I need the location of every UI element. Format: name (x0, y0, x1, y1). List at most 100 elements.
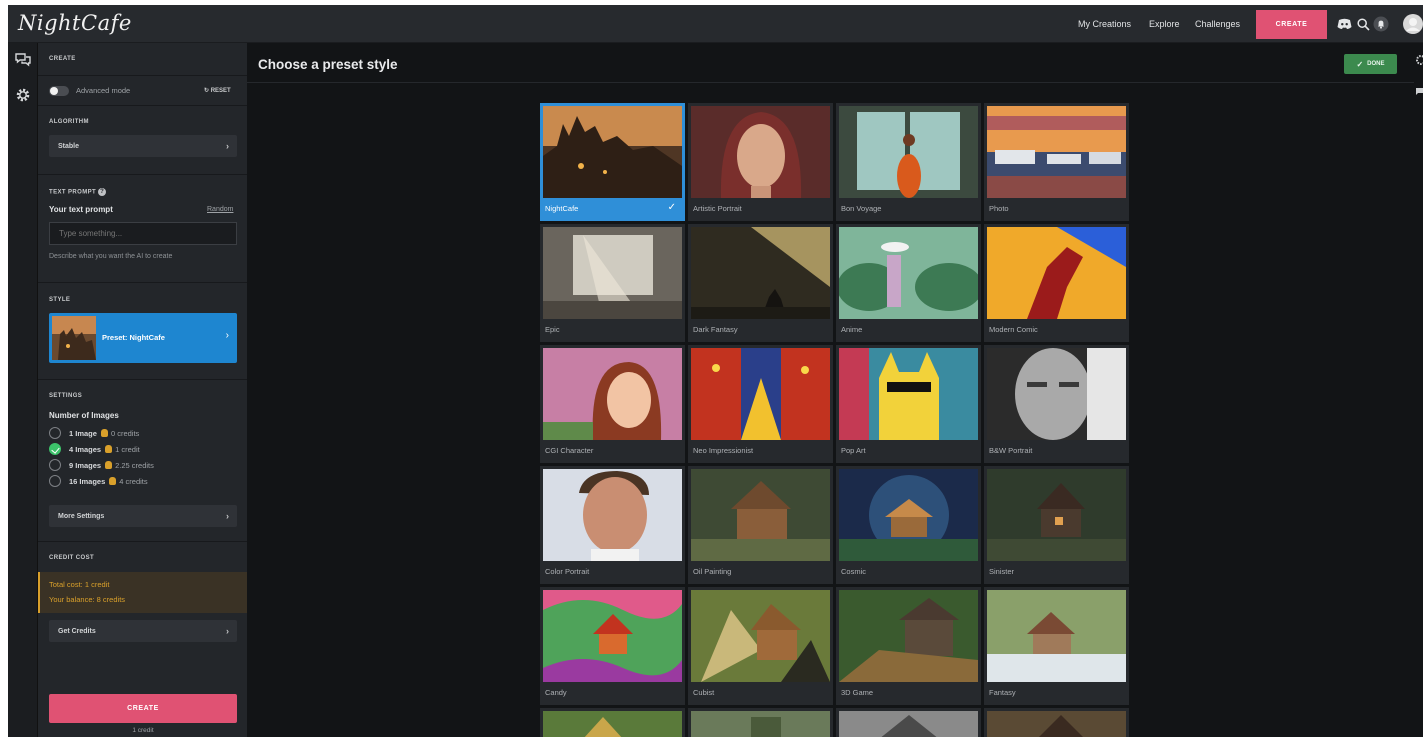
preset-card-color-portrait[interactable]: Color Portrait (540, 466, 685, 584)
nav-my-creations[interactable]: My Creations (1078, 19, 1131, 29)
preset-thumbnail (839, 590, 978, 682)
num-images-label: Number of Images (49, 411, 119, 420)
advanced-mode-toggle[interactable] (49, 86, 69, 96)
algorithm-select[interactable]: Stable › (49, 135, 237, 157)
preset-card-photo[interactable]: Photo (984, 103, 1129, 221)
preset-card-bw-portrait[interactable]: B&W Portrait (984, 345, 1129, 463)
preset-card-fantasy[interactable]: Fantasy (984, 587, 1129, 705)
preset-label: NightCafe (545, 204, 579, 213)
style-title: STYLE (49, 297, 71, 303)
preset-thumbnail (839, 106, 978, 198)
image-count-option[interactable]: 4 Images 1 credit (49, 442, 140, 456)
preset-card-cgi-character[interactable]: CGI Character (540, 345, 685, 463)
style-preset-button[interactable]: Preset: NightCafe › (49, 313, 237, 363)
settings-gear-icon[interactable] (15, 87, 31, 103)
preset-thumbnail (987, 106, 1126, 198)
preset-thumbnail (52, 316, 96, 360)
preset-label: Anime (841, 325, 863, 334)
preset-card-epic[interactable]: Epic (540, 224, 685, 342)
preset-label: Artistic Portrait (693, 204, 742, 213)
preset-card-oil-painting[interactable]: Oil Painting (688, 466, 833, 584)
reset-button[interactable]: ↻ RESET (204, 87, 231, 94)
get-credits-label: Get Credits (58, 627, 96, 635)
preset-card-nightcafe[interactable]: NightCafe ✓ (540, 103, 685, 221)
random-prompt-link[interactable]: Random (207, 206, 233, 213)
radio-button[interactable] (49, 427, 61, 439)
done-label: DONE (1367, 61, 1385, 67)
preset-thumbnail (987, 590, 1126, 682)
preset-thumbnail (543, 348, 682, 440)
preset-card[interactable] (984, 708, 1129, 737)
chat-bubbles-icon[interactable] (1415, 87, 1423, 97)
preset-card-cubist[interactable]: Cubist (688, 587, 833, 705)
radio-button-checked[interactable] (49, 443, 61, 455)
nav-challenges[interactable]: Challenges (1195, 19, 1240, 29)
notifications-bell-icon[interactable] (1373, 16, 1389, 32)
preset-thumbnail (987, 469, 1126, 561)
preset-card-modern-comic[interactable]: Modern Comic (984, 224, 1129, 342)
preset-card[interactable] (540, 708, 685, 737)
preset-thumbnail (839, 348, 978, 440)
preset-label: Dark Fantasy (693, 325, 738, 334)
preset-card-anime[interactable]: Anime (836, 224, 981, 342)
text-prompt-title: TEXT PROMPT ? (49, 188, 107, 196)
radio-button[interactable] (49, 475, 61, 487)
preset-thumbnail (543, 590, 682, 682)
preset-card-sinister[interactable]: Sinister (984, 466, 1129, 584)
preset-card-bon-voyage[interactable]: Bon Voyage (836, 103, 981, 221)
nav-explore[interactable]: Explore (1149, 19, 1180, 29)
image-count-option[interactable]: 16 Images 4 credits (49, 474, 148, 488)
preset-thumbnail (839, 711, 978, 737)
balance-text: Your balance: 8 credits (49, 595, 126, 604)
text-prompt-label: Your text prompt (49, 205, 113, 214)
preset-card-artistic-portrait[interactable]: Artistic Portrait (688, 103, 833, 221)
credit-cost-section: CREDIT COST Total cost: 1 credit Your ba… (38, 542, 247, 654)
preset-thumbnail (691, 590, 830, 682)
credit-bag-icon (100, 429, 108, 437)
app-window: NightCafe My Creations Explore Challenge… (8, 5, 1423, 737)
more-settings-button[interactable]: More Settings › (49, 505, 237, 527)
preset-card[interactable] (688, 708, 833, 737)
preset-label: 3D Game (841, 688, 874, 697)
chevron-right-icon: › (226, 511, 229, 521)
credit-bag-icon (105, 445, 113, 453)
image-count-option[interactable]: 1 Image 0 credits (49, 426, 139, 440)
text-prompt-input[interactable] (49, 222, 237, 245)
preset-card-pop-art[interactable]: Pop Art (836, 345, 981, 463)
option-label: 9 Images (69, 460, 102, 470)
preset-thumbnail (543, 469, 682, 561)
advanced-mode-label: Advanced mode (76, 86, 131, 95)
preset-card-3d-game[interactable]: 3D Game (836, 587, 981, 705)
preset-label: Photo (989, 204, 1009, 213)
total-cost-text: Total cost: 1 credit (49, 580, 110, 589)
discord-icon[interactable] (1336, 16, 1352, 32)
chevron-right-icon: › (225, 330, 229, 341)
preset-card-cosmic[interactable]: Cosmic (836, 466, 981, 584)
preset-label: Pop Art (841, 446, 866, 455)
preset-label: Neo Impressionist (693, 446, 754, 455)
preset-label: Bon Voyage (841, 204, 882, 213)
radio-button[interactable] (49, 459, 61, 471)
advanced-mode-row: Advanced mode ↻ RESET (38, 76, 247, 106)
nav-create-button[interactable]: CREATE (1256, 10, 1327, 39)
get-credits-button[interactable]: Get Credits › (49, 620, 237, 642)
preset-label: Fantasy (989, 688, 1016, 697)
text-prompt-section: TEXT PROMPT ? Your text prompt Random De… (38, 175, 247, 283)
done-button[interactable]: ✓ DONE (1344, 54, 1397, 74)
create-button[interactable]: CREATE (49, 694, 237, 723)
preset-label: Sinister (989, 567, 1015, 576)
settings-gear-icon[interactable] (1415, 55, 1423, 65)
preset-card[interactable] (836, 708, 981, 737)
preset-card-candy[interactable]: Candy (540, 587, 685, 705)
preset-card-dark-fantasy[interactable]: Dark Fantasy (688, 224, 833, 342)
avatar[interactable] (1403, 14, 1423, 34)
nightcafe-logo[interactable]: NightCafe (18, 11, 132, 35)
chevron-right-icon: › (226, 626, 229, 636)
chat-bubbles-icon[interactable] (15, 52, 31, 68)
search-icon[interactable] (1355, 16, 1371, 32)
option-credits: 0 credits (110, 428, 140, 438)
image-count-option[interactable]: 9 Images 2.25 credits (49, 458, 154, 472)
preset-card-neo-impressionist[interactable]: Neo Impressionist (688, 345, 833, 463)
more-settings-label: More Settings (58, 512, 105, 520)
panel-header: CREATE (38, 43, 247, 76)
